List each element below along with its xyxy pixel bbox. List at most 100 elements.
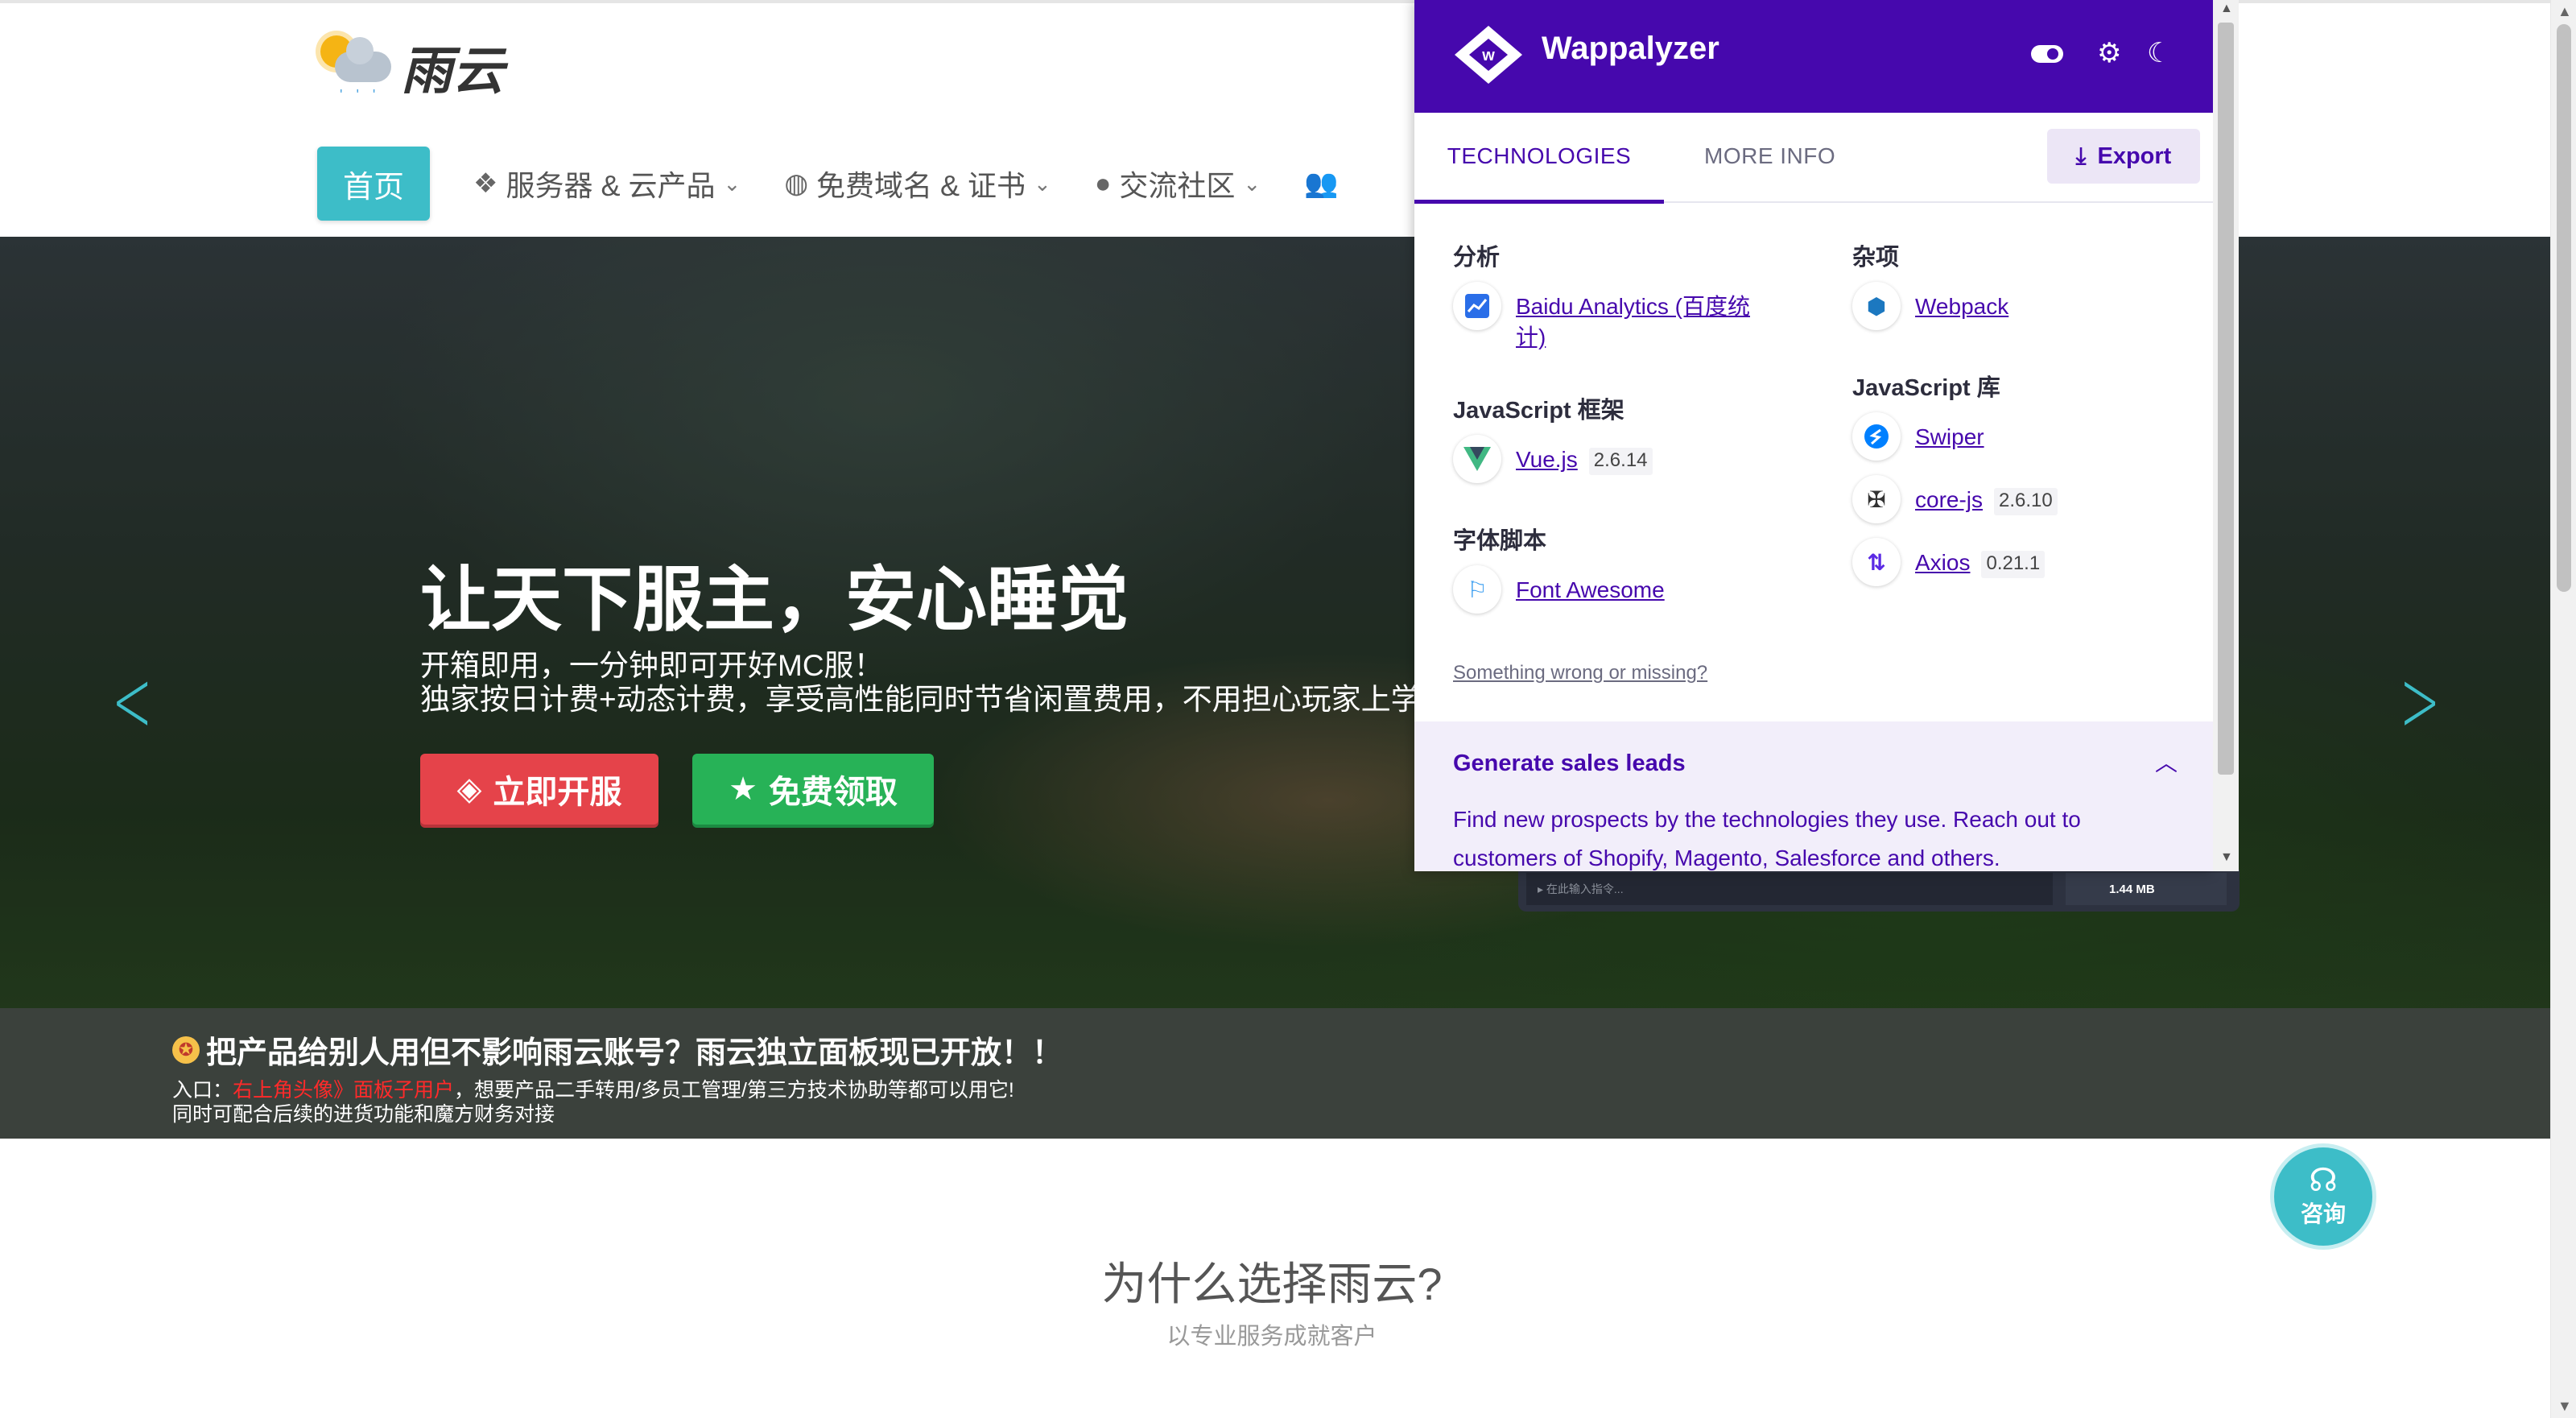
users-icon: 👥 [1304, 168, 1339, 199]
export-label: Export [2097, 143, 2172, 169]
page-scrollbar[interactable]: ▲ ▼ [2550, 0, 2576, 1418]
sales-leads-panel: Generate sales leads ︿ Find new prospect… [1414, 721, 2213, 871]
wappalyzer-logo-icon: w [1455, 26, 1522, 84]
carousel-next-arrow-icon[interactable]: > [2400, 649, 2441, 752]
toggle-switch[interactable] [2031, 45, 2063, 63]
hero-title: 让天下服主，安心睡觉 [420, 560, 1129, 639]
tech-link[interactable]: Font Awesome [1516, 575, 1665, 606]
moon-icon[interactable]: ☾ [2147, 37, 2171, 69]
tech-link[interactable]: Swiper [1915, 422, 1984, 453]
main-nav: 首页 ❖ 服务器 & 云产品 ⌄ ◍ 免费域名 & 证书 ⌄ ● 交流社区 ⌄ … [317, 145, 1339, 222]
section-subtitle: 以专业服务成就客户 [1166, 1324, 1377, 1350]
button-label: 立即开服 [493, 775, 622, 810]
font-awesome-flag-icon: ⚐ [1453, 565, 1501, 614]
tech-version: 0.21.1 [1981, 551, 2046, 578]
nav-item-servers[interactable]: ❖ 服务器 & 云产品 ⌄ [473, 163, 741, 205]
tech-version: 2.6.10 [1994, 488, 2058, 515]
hero-subtitle-line: 开箱即用，一分钟即可开好MC服！ [420, 649, 884, 682]
tech-column-left: 分析 Baidu Analytics (百度统计) JavaScript 框架 … [1453, 201, 1839, 614]
cube-icon: ◈ [456, 771, 482, 807]
nav-item-label: 免费域名 & 证书 [815, 169, 1026, 202]
button-label: 免费领取 [768, 775, 898, 810]
sales-leads-text: Find new prospects by the technologies t… [1453, 807, 2081, 870]
category-heading: 杂项 [1852, 245, 1900, 271]
tech-link[interactable]: Baidu Analytics (百度统计) [1516, 291, 1773, 353]
tab-technologies[interactable]: TECHNOLOGIES [1414, 113, 1664, 204]
scrollbar-thumb[interactable] [2218, 23, 2234, 775]
badge-icon: ✪ [172, 1036, 200, 1064]
scroll-up-icon[interactable]: ▲ [2557, 3, 2572, 20]
category-heading: JavaScript 框架 [1453, 398, 1624, 424]
free-claim-button[interactable]: ★ 免费领取 [692, 754, 934, 825]
carousel-prev-arrow-icon[interactable]: < [112, 649, 153, 752]
tech-item: Baidu Analytics (百度统计) [1453, 282, 1839, 353]
tech-link[interactable]: Vue.js [1516, 444, 1578, 475]
notice-line-2: 同时可配合后续的进货功能和魔方财务对接 [172, 1103, 555, 1126]
chevron-down-icon: ⌄ [1243, 171, 1261, 196]
traffic-box: 1.44 MB [2066, 873, 2227, 905]
wappalyzer-title: Wappalyzer [1542, 31, 1719, 66]
tab-more-info[interactable]: MORE INFO [1704, 113, 1835, 200]
chevron-down-icon: ⌄ [723, 171, 741, 196]
tech-link[interactable]: Axios [1915, 548, 1970, 578]
sales-leads-title[interactable]: Generate sales leads [1453, 750, 1686, 777]
category-heading: 字体脚本 [1453, 528, 1547, 554]
vue-icon [1453, 435, 1501, 483]
site-logo[interactable]: ' ' ' 雨云 [316, 31, 504, 103]
scroll-up-icon[interactable]: ▲ [2220, 2, 2233, 16]
chevron-down-icon: ⌄ [1034, 171, 1051, 196]
tech-item: Vue.js 2.6.14 [1453, 435, 1839, 483]
notice-title: ✪ 把产品给别人用但不影响雨云账号？雨云独立面板现已开放！！ [172, 1027, 1063, 1072]
wappalyzer-header: w Wappalyzer ⚙ ☾ [1414, 0, 2213, 113]
nav-item-label: 服务器 & 云产品 [506, 169, 716, 202]
section-title: 为什么选择雨云? [1101, 1259, 1443, 1309]
hero-subtitle: 开箱即用，一分钟即可开好MC服！ 独家按日计费+动态计费，享受高性能同时节省闲置… [420, 649, 1451, 717]
tech-item: ⬢ Webpack [1852, 282, 2213, 330]
tech-link[interactable]: Webpack [1915, 291, 2008, 322]
nav-home[interactable]: 首页 [317, 147, 430, 221]
tech-item: ⇅ Axios 0.21.1 [1852, 538, 2213, 586]
scrollbar-thumb[interactable] [2557, 24, 2571, 592]
consult-button[interactable]: ☊ 咨询 [2270, 1143, 2376, 1250]
nav-item-users[interactable]: 👥 [1304, 167, 1338, 200]
tech-item: Swiper [1852, 412, 2213, 461]
star-icon: ★ [729, 771, 758, 807]
notice-title-text: 把产品给别人用但不影响雨云账号？雨云独立面板现已开放！！ [206, 1036, 1063, 1070]
nav-item-domains[interactable]: ◍ 免费域名 & 证书 ⌄ [784, 163, 1051, 205]
tech-column-right: 杂项 ⬢ Webpack JavaScript 库 Swiper ✠ core-… [1852, 201, 2213, 586]
logo-weather-icon: ' ' ' [316, 31, 396, 103]
export-button[interactable]: ⤓ Export [2047, 129, 2200, 184]
category-heading: 分析 [1453, 245, 1501, 271]
scroll-down-icon[interactable]: ▼ [2220, 850, 2233, 865]
something-wrong-link[interactable]: Something wrong or missing? [1453, 662, 1707, 684]
open-server-button[interactable]: ◈ 立即开服 [420, 754, 658, 825]
tech-item: ✠ core-js 2.6.10 [1852, 475, 2213, 523]
traffic-value: 1.44 MB [2109, 883, 2155, 896]
logo-text: 雨云 [401, 42, 504, 101]
chevron-up-icon[interactable]: ︿ [2155, 746, 2178, 778]
axios-icon: ⇅ [1852, 538, 1901, 586]
tab-bar: TECHNOLOGIES MORE INFO ⤓ Export [1414, 113, 2213, 204]
gear-icon[interactable]: ⚙ [2097, 37, 2121, 69]
download-icon: ⤓ [2075, 143, 2087, 169]
core-js-icon: ✠ [1852, 475, 1901, 523]
popup-scrollbar[interactable]: ▲ ▼ [2213, 0, 2239, 871]
cubes-icon: ❖ [473, 168, 498, 199]
console-preview: ▸ 在此输入指令... 1.44 MB [1518, 870, 2240, 912]
hero-subtitle-line: 独家按日计费+动态计费，享受高性能同时节省闲置费用，不用担心玩家上学或 [420, 683, 1451, 716]
category-heading: JavaScript 库 [1852, 375, 2000, 401]
nav-item-label: 交流社区 [1119, 169, 1236, 202]
globe-icon: ◍ [784, 168, 808, 199]
notice-bar: ✪ 把产品给别人用但不影响雨云账号？雨云独立面板现已开放！！ 入口：右上角头像》… [0, 1008, 2552, 1139]
tech-item: ⚐ Font Awesome [1453, 565, 1839, 614]
nav-item-community[interactable]: ● 交流社区 ⌄ [1095, 163, 1261, 205]
comment-icon: ● [1094, 167, 1112, 199]
wappalyzer-popup: w Wappalyzer ⚙ ☾ TECHNOLOGIES MORE INFO … [1414, 0, 2213, 871]
baidu-analytics-icon [1453, 282, 1501, 330]
console-input: ▸ 在此输入指令... [1526, 873, 2053, 905]
tech-link[interactable]: core-js [1915, 485, 1983, 515]
consult-label: 咨询 [2300, 1201, 2346, 1226]
scroll-down-icon[interactable]: ▼ [2557, 1398, 2572, 1415]
headset-icon: ☊ [2309, 1163, 2338, 1198]
tech-version: 2.6.14 [1588, 448, 1653, 475]
